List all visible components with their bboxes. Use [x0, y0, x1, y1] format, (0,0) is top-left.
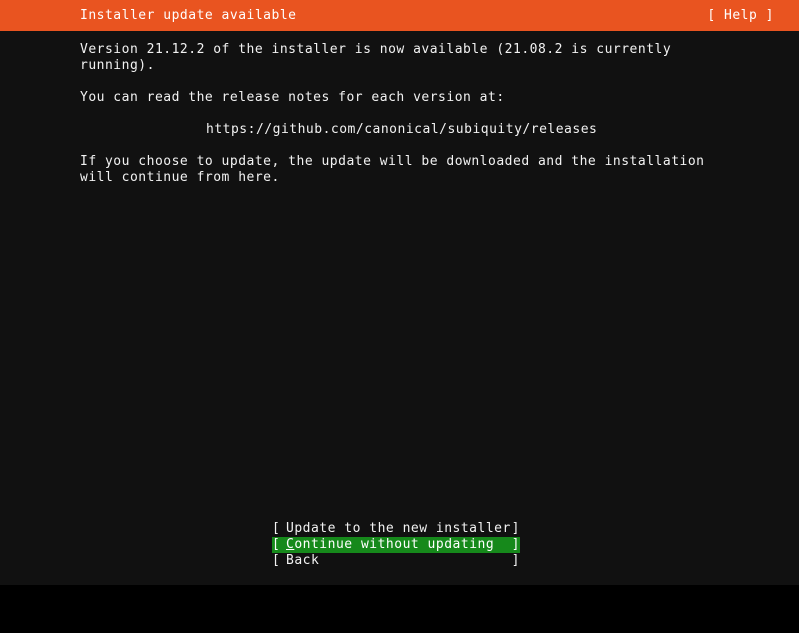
button-continue-without-updating[interactable]: [ Continue without updating ] [272, 537, 520, 553]
version-availability-text: Version 21.12.2 of the installer is now … [80, 42, 672, 73]
bracket-right-icon: ] [511, 553, 520, 568]
button-update-to-new-installer[interactable]: [ Update to the new installer ] [272, 521, 520, 537]
button-label: Update to the new installer [286, 521, 511, 536]
bracket-right-icon: ] [511, 537, 520, 552]
button-label: Back [286, 553, 320, 568]
page-title: Installer update available [80, 7, 297, 23]
button-back[interactable]: [ Back ] [272, 553, 520, 569]
release-notes-url: https://github.com/canonical/subiquity/r… [206, 122, 598, 137]
button-label-rest: ontinue without updating [294, 537, 495, 552]
header-bar: Installer update available [ Help ] [0, 0, 799, 31]
bottom-status-strip [0, 585, 799, 599]
bracket-left-icon: [ [272, 537, 281, 552]
button-label: Continue without updating [286, 537, 494, 553]
content-area: Version 21.12.2 of the installer is now … [80, 42, 740, 202]
release-notes-intro-text: You can read the release notes for each … [80, 90, 505, 105]
update-behavior-text: If you choose to update, the update will… [80, 154, 705, 185]
bracket-right-icon: ] [511, 521, 520, 536]
bracket-left-icon: [ [272, 521, 281, 536]
button-group: [ Update to the new installer ] [ Contin… [272, 521, 520, 569]
bracket-left-icon: [ [272, 553, 281, 568]
help-button[interactable]: [ Help ] [707, 8, 774, 24]
installer-screen: Installer update available [ Help ] Vers… [0, 0, 799, 599]
